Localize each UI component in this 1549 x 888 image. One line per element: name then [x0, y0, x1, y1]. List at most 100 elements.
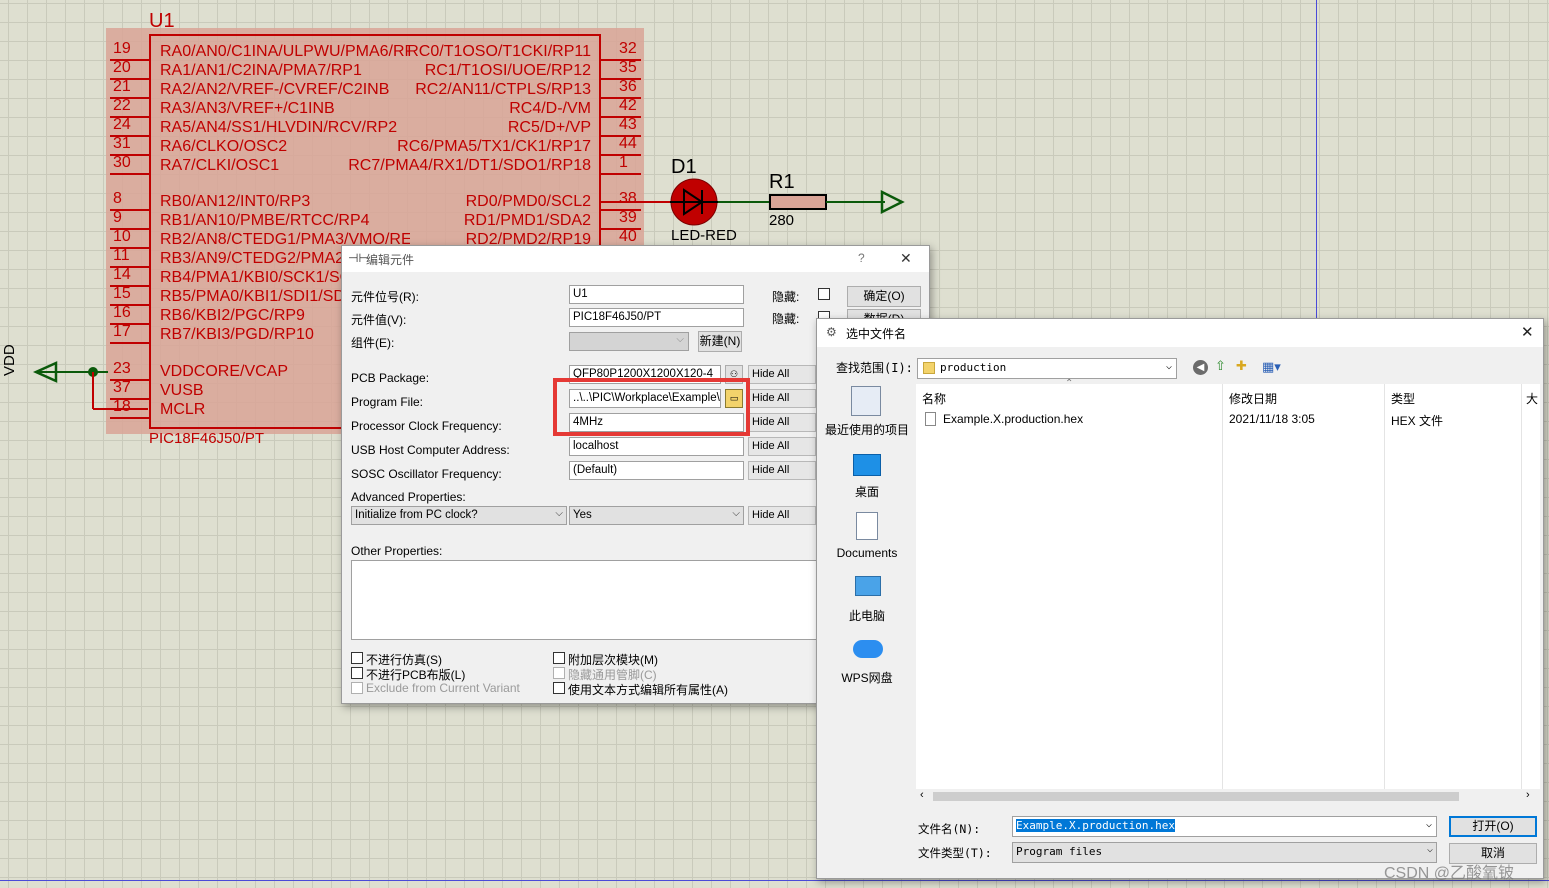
new-button[interactable]: 新建(N) — [698, 331, 742, 352]
edit-dialog-titlebar[interactable]: ⊣⊢ 编辑元件 ? ✕ — [342, 246, 929, 272]
view-menu-icon[interactable]: ▦▾ — [1262, 359, 1281, 375]
attach-hierarchy-checkbox[interactable] — [553, 652, 565, 664]
close-icon[interactable]: ✕ — [1521, 323, 1534, 341]
app-icon: ⚙ — [826, 325, 837, 339]
ref-input[interactable]: U1 — [569, 285, 744, 304]
folder-icon — [923, 362, 935, 374]
group-select[interactable]: ⌵ — [569, 332, 689, 351]
guide-line-horizontal — [0, 880, 1549, 881]
filetype-value: Program files — [1016, 845, 1103, 858]
value-label: 元件值(V): — [351, 313, 407, 327]
pcb-label: PCB Package: — [351, 371, 430, 385]
up-folder-icon[interactable]: ⇧ — [1215, 358, 1226, 374]
edit-dialog-title: 编辑元件 — [366, 253, 415, 267]
usb-input[interactable]: localhost — [569, 437, 744, 456]
filename-value: Example.X.production.hex — [1016, 819, 1175, 832]
place-desktop[interactable]: 桌面 — [819, 483, 915, 500]
new-folder-icon[interactable]: ✚ — [1236, 358, 1247, 374]
pin-name: RA6/CLKO/OSC2 — [160, 138, 288, 155]
horizontal-scrollbar[interactable]: ‹ › — [916, 789, 1540, 804]
scroll-left-icon[interactable]: ‹ — [920, 789, 924, 801]
vdd-net[interactable] — [30, 355, 155, 415]
right-pin[interactable]: 44 RC6/PMA5/TX1/CK1/RP17 — [300, 135, 645, 156]
advanced-value: Yes — [573, 509, 592, 521]
close-icon[interactable]: ✕ — [900, 250, 912, 267]
recent-places-icon[interactable] — [851, 386, 881, 416]
clock-hide-select[interactable]: Hide All — [748, 413, 816, 432]
advanced-value-select[interactable]: Yes ⌵ — [569, 506, 744, 525]
back-icon[interactable]: ◀ — [1193, 360, 1208, 375]
file-row[interactable]: Example.X.production.hex 2021/11/18 3:05… — [922, 410, 1522, 430]
pin-line — [110, 342, 150, 344]
led-circuit[interactable] — [600, 170, 920, 240]
pin-name: RC1/T1OSI/UOE/RP12 — [424, 62, 591, 79]
advanced-property-select[interactable]: Initialize from PC clock? ⌵ — [351, 506, 567, 525]
column-divider — [1521, 384, 1522, 789]
no-sim-checkbox[interactable] — [351, 652, 363, 664]
column-type[interactable]: 类型 — [1391, 390, 1415, 407]
pin-name: RB0/AN12/INT0/RP3 — [160, 193, 311, 210]
advanced-label: Advanced Properties: — [351, 490, 466, 504]
desktop-icon[interactable] — [853, 454, 881, 476]
right-pin[interactable]: 42 RC4/D-/VM — [300, 97, 645, 118]
lookin-select[interactable]: production ⌵ — [917, 358, 1177, 379]
place-wps[interactable]: WPS网盘 — [819, 669, 915, 686]
pin-number: 16 — [113, 304, 131, 321]
right-pin[interactable]: 35 RC1/T1OSI/UOE/RP12 — [300, 59, 645, 80]
hide-pins-checkbox[interactable] — [553, 667, 565, 679]
exclude-variant-label: Exclude from Current Variant — [366, 681, 520, 695]
hide-ref-checkbox[interactable] — [818, 288, 830, 300]
sosc-hide-select[interactable]: Hide All — [748, 461, 816, 480]
help-icon[interactable]: ? — [858, 251, 865, 265]
file-dialog-titlebar[interactable]: ⚙ 选中文件名 ✕ — [817, 319, 1543, 347]
file-open-dialog: ⚙ 选中文件名 ✕ 查找范围(I): production ⌵ ◀ ⇧ ✚ ▦▾… — [816, 318, 1544, 879]
scroll-thumb[interactable] — [933, 792, 1459, 801]
chevron-down-icon: ⌵ — [676, 334, 684, 345]
pcb-hide-select[interactable]: Hide All — [748, 365, 816, 384]
documents-icon[interactable] — [856, 512, 878, 540]
pin-number: 9 — [113, 209, 122, 226]
chevron-down-icon: ⌵ — [1165, 361, 1172, 372]
column-sort-icon: ⌃ — [1065, 378, 1074, 389]
filename-input[interactable]: Example.X.production.hex ⌵ — [1012, 816, 1437, 837]
program-file-hide-select[interactable]: Hide All — [748, 389, 816, 408]
place-documents[interactable]: Documents — [819, 546, 915, 560]
right-pin[interactable]: 38 RD0/PMD0/SCL2 — [300, 190, 645, 211]
pin-number: 30 — [113, 154, 131, 171]
column-date[interactable]: 修改日期 — [1229, 390, 1277, 407]
resistor-symbol — [769, 194, 827, 210]
group-label: 组件(E): — [351, 336, 395, 350]
no-pcb-checkbox[interactable] — [351, 667, 363, 679]
pin-name: RC2/AN11/CTPLS/RP13 — [415, 81, 591, 98]
right-pin[interactable]: 39 RD1/PMD1/SDA2 — [300, 209, 645, 230]
exclude-variant-checkbox[interactable] — [351, 682, 363, 694]
usb-hide-select[interactable]: Hide All — [748, 437, 816, 456]
right-pin[interactable]: 43 RC5/D+/VP — [300, 116, 645, 137]
right-pin[interactable]: 32 RC0/T1OSO/T1CKI/RP11 — [300, 40, 645, 61]
column-size[interactable]: 大 — [1526, 390, 1538, 407]
pin-number: 43 — [619, 116, 637, 133]
right-pin[interactable]: 1 RC7/PMA4/RX1/DT1/SDO1/RP18 — [300, 154, 645, 175]
pin-name: VDDCORE/VCAP — [160, 363, 289, 380]
computer-icon[interactable] — [855, 576, 881, 596]
column-name[interactable]: 名称 — [922, 390, 946, 407]
text-edit-checkbox[interactable] — [553, 682, 565, 694]
right-pin[interactable]: 36 RC2/AN11/CTPLS/RP13 — [300, 78, 645, 99]
advanced-hide-select[interactable]: Hide All — [748, 506, 816, 525]
pin-number: 19 — [113, 40, 131, 57]
cloud-icon[interactable] — [853, 640, 883, 658]
filetype-select[interactable]: Program files ⌵ — [1012, 842, 1437, 863]
pin-number: 15 — [113, 285, 131, 302]
hidden-label-1: 隐藏: — [772, 290, 800, 304]
place-recent[interactable]: 最近使用的项目 — [819, 421, 915, 438]
pin-number: 21 — [113, 78, 131, 95]
value-input[interactable]: PIC18F46J50/PT — [569, 308, 744, 327]
place-computer[interactable]: 此电脑 — [819, 607, 915, 624]
file-list[interactable]: ⌃ 名称 修改日期 类型 大 Example.X.production.hex … — [916, 378, 1540, 804]
open-button[interactable]: 打开(O) — [1449, 816, 1537, 837]
ok-button[interactable]: 确定(O) — [847, 286, 921, 307]
other-properties-textarea[interactable] — [351, 560, 821, 640]
scroll-right-icon[interactable]: › — [1526, 789, 1530, 801]
highlight-box — [553, 378, 750, 436]
sosc-input[interactable]: (Default) — [569, 461, 744, 480]
